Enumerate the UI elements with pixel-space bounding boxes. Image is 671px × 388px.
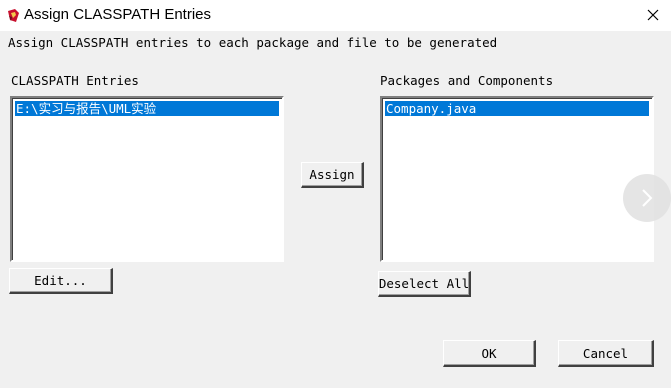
- package-item[interactable]: Company.java: [385, 101, 649, 116]
- app-icon: [6, 8, 22, 24]
- dialog-body: Assign CLASSPATH entries to each package…: [0, 31, 671, 388]
- close-icon: [647, 9, 659, 21]
- title-bar: Assign CLASSPATH Entries: [0, 0, 671, 31]
- cancel-button[interactable]: Cancel: [558, 340, 654, 367]
- edit-button[interactable]: Edit...: [9, 268, 113, 294]
- instructions-text: Assign CLASSPATH entries to each package…: [8, 35, 498, 50]
- classpath-entry[interactable]: E:\实习与报告\UML实验: [15, 101, 279, 116]
- packages-components-list[interactable]: Company.java: [380, 96, 654, 262]
- next-page-button[interactable]: [623, 174, 671, 222]
- packages-components-label: Packages and Components: [380, 73, 554, 88]
- window-title: Assign CLASSPATH Entries: [24, 6, 212, 23]
- classpath-entries-list[interactable]: E:\实习与报告\UML实验: [10, 96, 284, 262]
- close-button[interactable]: [638, 2, 668, 28]
- deselect-all-button[interactable]: Deselect All: [378, 271, 471, 297]
- chevron-right-icon: [642, 189, 653, 207]
- ok-button[interactable]: OK: [443, 340, 536, 367]
- assign-button[interactable]: Assign: [301, 162, 364, 188]
- classpath-entries-label: CLASSPATH Entries: [11, 73, 139, 88]
